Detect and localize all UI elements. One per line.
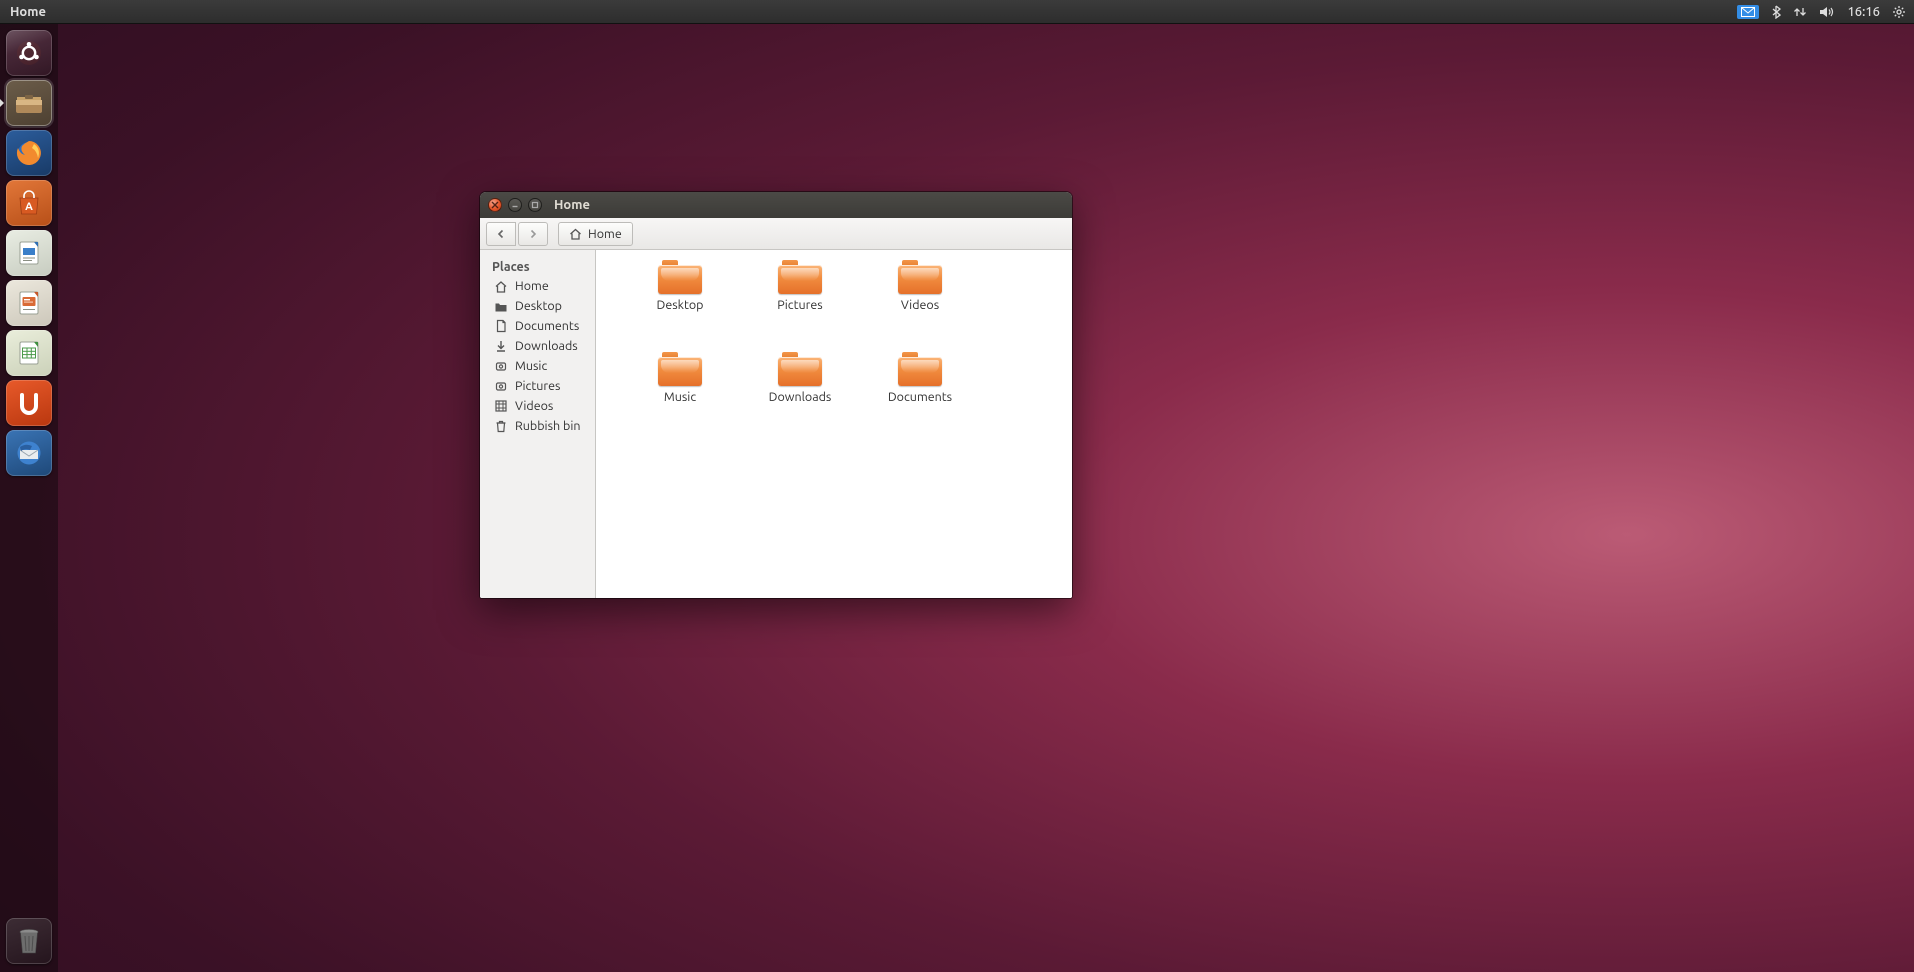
launcher-impress[interactable] xyxy=(6,280,52,326)
shopping-bag-icon: A xyxy=(16,189,42,217)
ubuntu-one-icon xyxy=(17,391,41,415)
sidebar-item-trash[interactable]: Rubbish bin xyxy=(480,416,595,436)
calc-doc-icon xyxy=(16,339,42,367)
bluetooth-indicator[interactable] xyxy=(1771,5,1781,19)
sidebar-item-label: Downloads xyxy=(515,339,578,353)
sidebar-item-label: Desktop xyxy=(515,299,562,313)
writer-doc-icon xyxy=(16,239,42,267)
window-titlebar[interactable]: Home xyxy=(480,192,1072,218)
active-app-label[interactable]: Home xyxy=(10,5,46,19)
folder-item[interactable]: Pictures xyxy=(740,260,860,352)
launcher-software-center[interactable]: A xyxy=(6,180,52,226)
session-indicator[interactable] xyxy=(1892,5,1906,19)
sidebar-item-videos[interactable]: Videos xyxy=(480,396,595,416)
sidebar-item-label: Home xyxy=(515,279,549,293)
folder-label: Desktop xyxy=(657,298,704,312)
minimize-icon xyxy=(511,201,519,209)
folder-item[interactable]: Music xyxy=(620,352,740,444)
window-title: Home xyxy=(554,198,590,212)
videos-icon xyxy=(494,399,508,413)
folder-label: Videos xyxy=(901,298,939,312)
sidebar-item-label: Videos xyxy=(515,399,553,413)
maximize-icon xyxy=(531,201,539,209)
icon-view[interactable]: Desktop Pictures Videos Music Downloads … xyxy=(596,250,1072,598)
folder-label: Documents xyxy=(888,390,952,404)
close-icon xyxy=(491,201,499,209)
clock-indicator[interactable]: 16:16 xyxy=(1847,5,1880,19)
home-icon xyxy=(569,228,582,240)
sidebar-item-label: Music xyxy=(515,359,547,373)
documents-icon xyxy=(494,319,508,333)
window-minimize-button[interactable] xyxy=(508,198,522,212)
window-maximize-button[interactable] xyxy=(528,198,542,212)
sidebar-item-label: Pictures xyxy=(515,379,560,393)
sidebar-item-desktop[interactable]: Desktop xyxy=(480,296,595,316)
folder-item[interactable]: Desktop xyxy=(620,260,740,352)
launcher-calc[interactable] xyxy=(6,330,52,376)
sidebar-item-label: Documents xyxy=(515,319,579,333)
network-updown-icon xyxy=(1793,5,1807,19)
sidebar-item-label: Rubbish bin xyxy=(515,419,581,433)
folder-icon xyxy=(898,352,942,386)
launcher-writer[interactable] xyxy=(6,230,52,276)
gear-icon xyxy=(1892,5,1906,19)
firefox-icon xyxy=(14,138,44,168)
sidebar-item-pictures[interactable]: Pictures xyxy=(480,376,595,396)
folder-item[interactable]: Documents xyxy=(860,352,980,444)
trash-icon xyxy=(16,926,42,956)
desktop-folder-icon xyxy=(494,300,508,313)
launcher-ubuntu-one[interactable] xyxy=(6,380,52,426)
bluetooth-icon xyxy=(1771,5,1781,19)
folder-icon xyxy=(658,352,702,386)
launcher-dash[interactable] xyxy=(6,30,52,76)
nautilus-window: Home Home Places Home Desktop D xyxy=(480,192,1072,598)
folder-item[interactable]: Downloads xyxy=(740,352,860,444)
sidebar-item-documents[interactable]: Documents xyxy=(480,316,595,336)
file-manager-icon xyxy=(14,90,44,116)
chevron-left-icon xyxy=(496,229,506,239)
launcher-files[interactable] xyxy=(6,80,52,126)
window-close-button[interactable] xyxy=(488,198,502,212)
launcher-thunderbird[interactable] xyxy=(6,430,52,476)
sound-indicator[interactable] xyxy=(1819,6,1835,18)
folder-item[interactable]: Videos xyxy=(860,260,980,352)
launcher-trash[interactable] xyxy=(6,918,52,964)
trash-icon xyxy=(494,419,508,433)
nav-forward-button[interactable] xyxy=(518,222,548,246)
mail-icon xyxy=(1741,7,1755,17)
impress-doc-icon xyxy=(16,289,42,317)
svg-text:A: A xyxy=(25,201,33,213)
places-sidebar: Places Home Desktop Documents Downloads … xyxy=(480,250,596,598)
sidebar-item-downloads[interactable]: Downloads xyxy=(480,336,595,356)
toolbar: Home xyxy=(480,218,1072,250)
volume-icon xyxy=(1819,6,1835,18)
folder-icon xyxy=(778,260,822,294)
home-icon xyxy=(494,280,508,293)
folder-label: Music xyxy=(664,390,696,404)
sidebar-item-music[interactable]: Music xyxy=(480,356,595,376)
downloads-icon xyxy=(494,339,508,353)
nav-back-button[interactable] xyxy=(486,222,516,246)
folder-label: Downloads xyxy=(769,390,832,404)
system-menubar: Home 16:16 xyxy=(0,0,1914,24)
thunderbird-icon xyxy=(14,438,44,468)
launcher-firefox[interactable] xyxy=(6,130,52,176)
ubuntu-logo-icon xyxy=(15,39,43,67)
breadcrumb-home[interactable]: Home xyxy=(558,222,633,246)
folder-icon xyxy=(898,260,942,294)
unity-launcher: A xyxy=(0,24,58,972)
music-icon xyxy=(494,360,508,373)
folder-label: Pictures xyxy=(777,298,822,312)
breadcrumb-label: Home xyxy=(588,227,622,241)
messaging-indicator[interactable] xyxy=(1737,5,1759,19)
network-indicator[interactable] xyxy=(1793,5,1807,19)
sidebar-item-home[interactable]: Home xyxy=(480,276,595,296)
sidebar-heading: Places xyxy=(480,256,595,276)
folder-icon xyxy=(778,352,822,386)
folder-icon xyxy=(658,260,702,294)
pictures-icon xyxy=(494,380,508,393)
chevron-right-icon xyxy=(528,229,538,239)
